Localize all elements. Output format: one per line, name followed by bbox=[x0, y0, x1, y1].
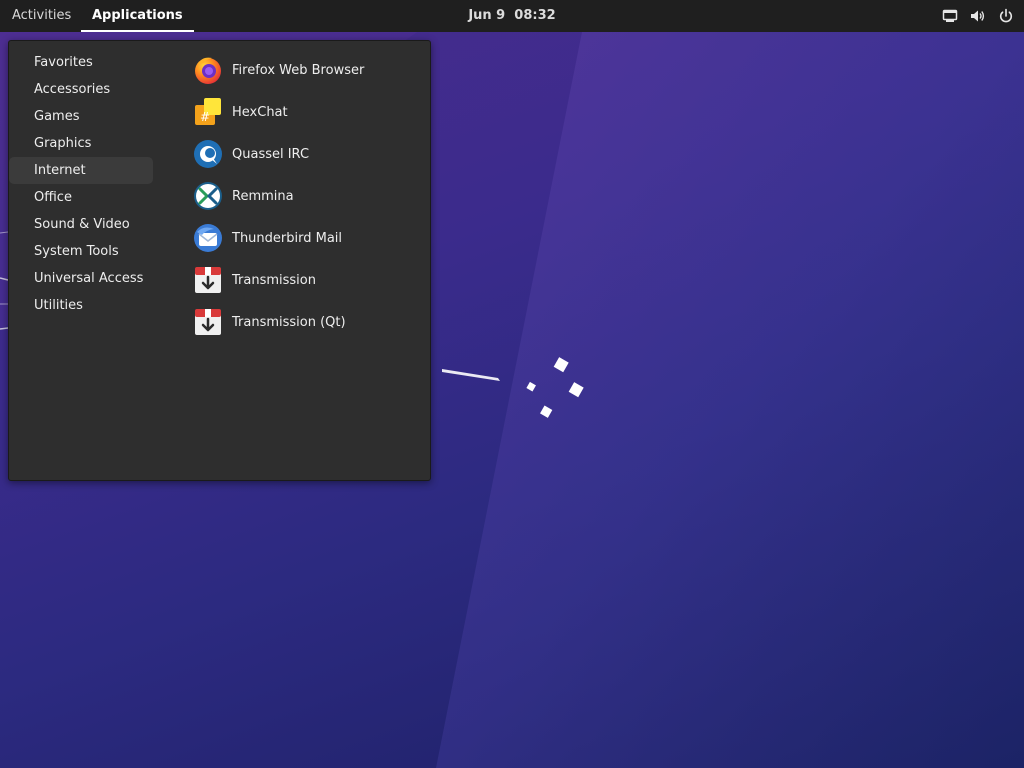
app-label: Transmission (Qt) bbox=[232, 314, 346, 330]
remmina-icon bbox=[194, 182, 222, 210]
app-label: HexChat bbox=[232, 104, 288, 120]
power-icon[interactable] bbox=[998, 8, 1014, 24]
category-utilities[interactable]: Utilities bbox=[9, 292, 153, 319]
clock-button[interactable]: Jun 9 08:32 bbox=[468, 8, 555, 23]
app-label: Remmina bbox=[232, 188, 294, 204]
category-list: Favorites Accessories Games Graphics Int… bbox=[9, 49, 153, 319]
category-universal-access[interactable]: Universal Access bbox=[9, 265, 153, 292]
thunderbird-icon bbox=[194, 224, 222, 252]
svg-text:#: # bbox=[200, 110, 210, 124]
app-label: Quassel IRC bbox=[232, 146, 310, 162]
hexchat-icon: # bbox=[195, 98, 221, 125]
category-games[interactable]: Games bbox=[9, 103, 153, 130]
firefox-icon bbox=[195, 57, 221, 84]
app-remmina[interactable]: Remmina bbox=[192, 175, 422, 217]
app-label: Firefox Web Browser bbox=[232, 62, 365, 78]
clock-date: Jun 9 bbox=[468, 8, 506, 23]
applications-menu: Favorites Accessories Games Graphics Int… bbox=[8, 40, 431, 481]
category-internet[interactable]: Internet bbox=[9, 157, 153, 184]
app-quassel[interactable]: Quassel IRC bbox=[192, 133, 422, 175]
app-label: Transmission bbox=[232, 272, 316, 288]
category-sound-video[interactable]: Sound & Video bbox=[9, 211, 153, 238]
category-office[interactable]: Office bbox=[9, 184, 153, 211]
clock-time: 08:32 bbox=[514, 8, 556, 23]
category-graphics[interactable]: Graphics bbox=[9, 130, 153, 157]
app-transmission[interactable]: Transmission bbox=[192, 259, 422, 301]
app-hexchat[interactable]: # HexChat bbox=[192, 91, 422, 133]
app-label: Thunderbird Mail bbox=[232, 230, 343, 246]
category-system-tools[interactable]: System Tools bbox=[9, 238, 153, 265]
transmission-icon bbox=[195, 267, 221, 293]
activities-button[interactable]: Activities bbox=[12, 0, 71, 32]
applications-menu-button[interactable]: Applications bbox=[81, 0, 194, 32]
app-thunderbird[interactable]: Thunderbird Mail bbox=[192, 217, 422, 259]
category-favorites[interactable]: Favorites bbox=[9, 49, 153, 76]
category-accessories[interactable]: Accessories bbox=[9, 76, 153, 103]
app-firefox[interactable]: Firefox Web Browser bbox=[192, 49, 422, 91]
quassel-icon bbox=[194, 140, 222, 168]
network-icon[interactable] bbox=[942, 8, 958, 24]
top-bar: Activities Applications Jun 9 08:32 bbox=[0, 0, 1024, 32]
volume-icon[interactable] bbox=[970, 8, 986, 24]
transmission-qt-icon bbox=[195, 309, 221, 335]
app-transmission-qt[interactable]: Transmission (Qt) bbox=[192, 301, 422, 343]
system-tray[interactable] bbox=[942, 0, 1014, 32]
app-list: Firefox Web Browser # HexChat Quassel IR… bbox=[192, 49, 422, 343]
